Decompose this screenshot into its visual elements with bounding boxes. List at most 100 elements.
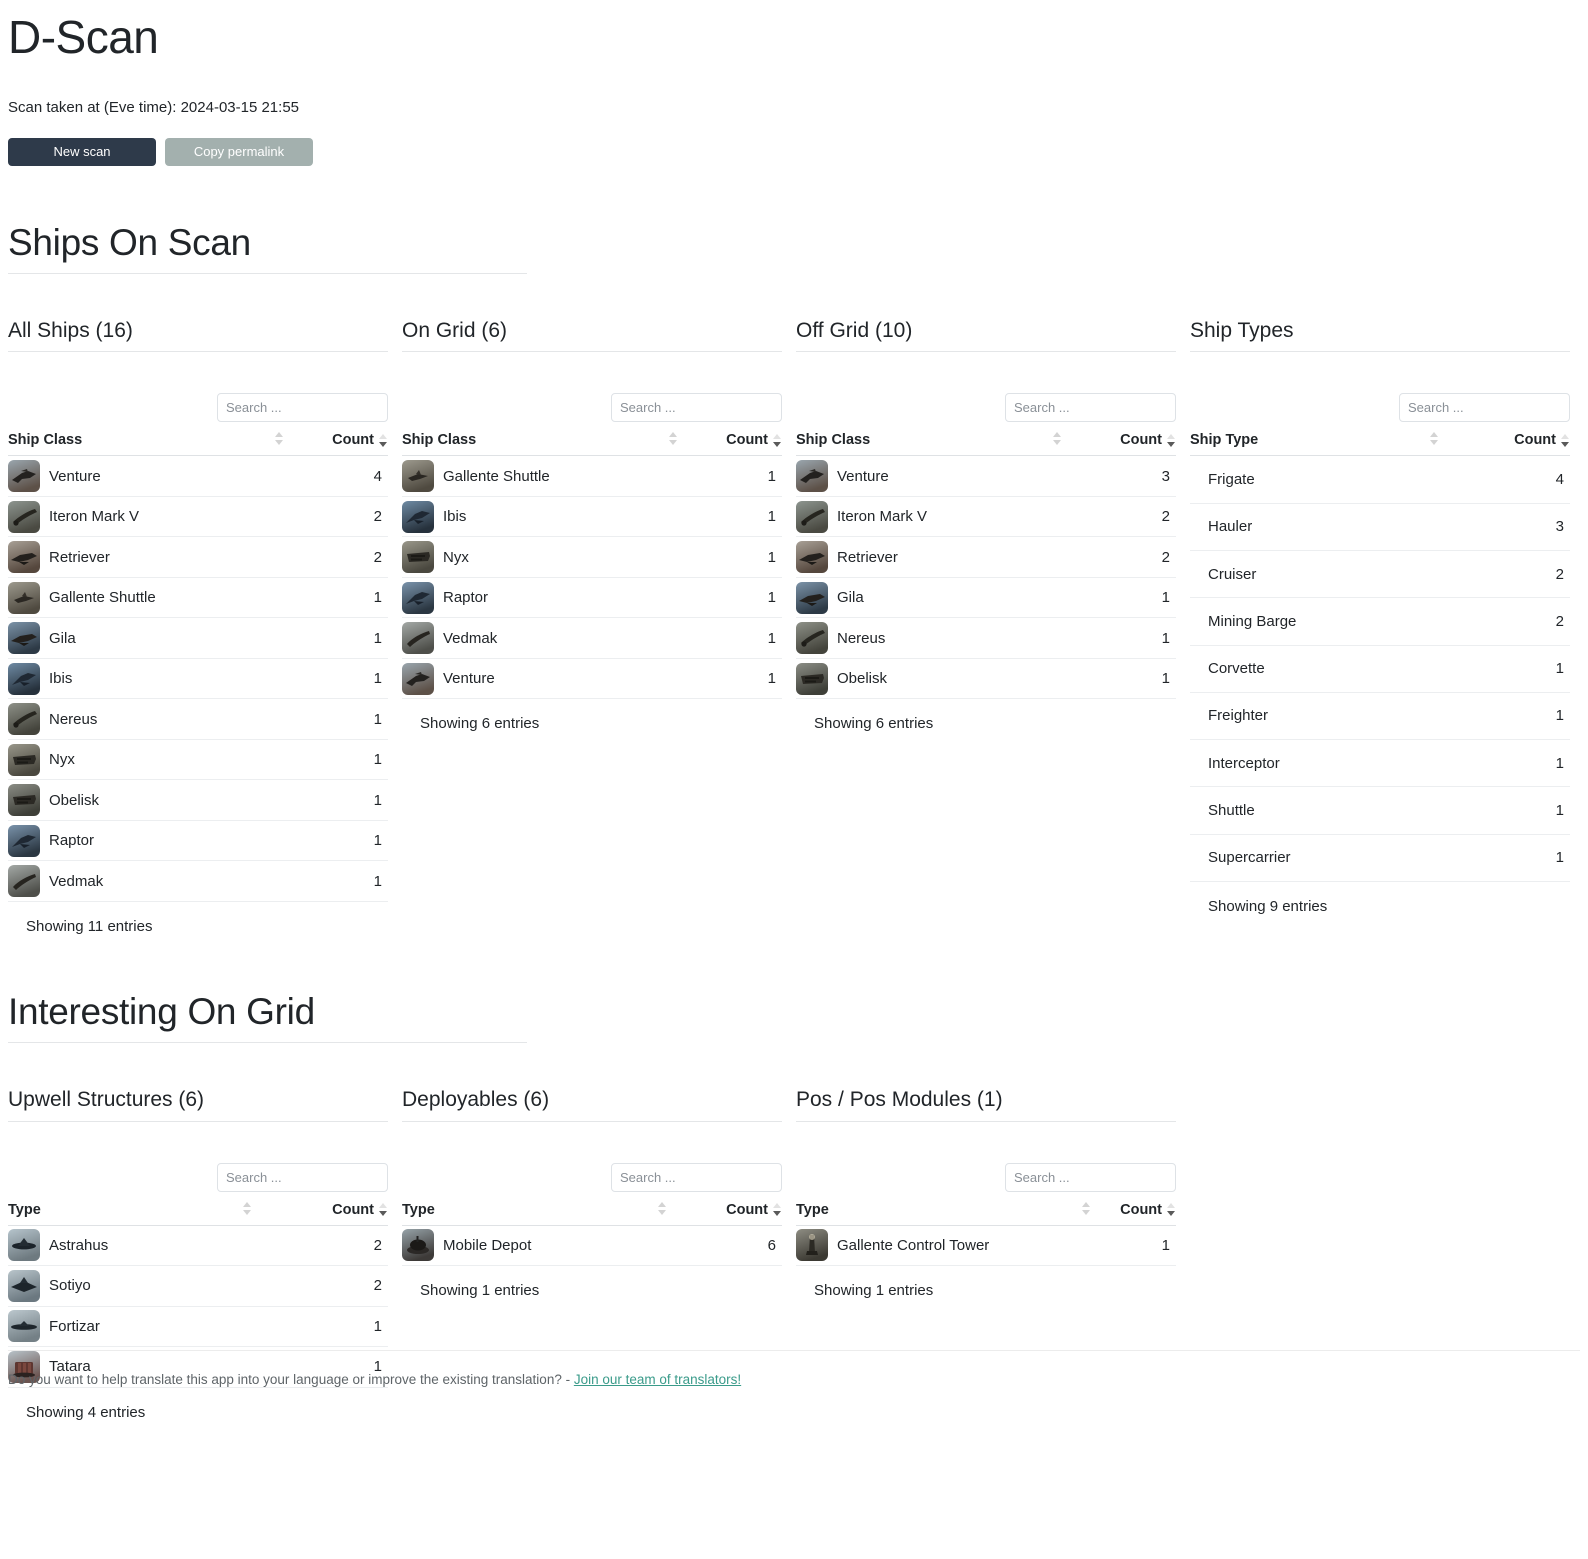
table-row[interactable]: Raptor 1	[8, 820, 388, 862]
search-input[interactable]	[611, 393, 782, 423]
table-row[interactable]: Venture 3	[796, 455, 1176, 497]
table-cell-name: Raptor	[8, 820, 284, 862]
data-table: Ship Class Count Venture 4 Iteron Mark V 2 Ret…	[8, 432, 388, 902]
table-row[interactable]: Ibis 1	[402, 496, 782, 538]
column-header-name[interactable]: Type	[796, 1201, 1091, 1226]
column-header-count[interactable]: Count	[677, 432, 782, 457]
table-row[interactable]: Mobile Depot 6	[402, 1225, 782, 1267]
table-row[interactable]: Sotiyo 2	[8, 1265, 388, 1307]
search-input[interactable]	[1005, 1162, 1176, 1192]
sort-ascending-icon[interactable]	[1053, 432, 1062, 446]
table-row[interactable]: Cruiser 2	[1190, 550, 1570, 599]
table-cell-count: 1	[1062, 658, 1176, 700]
table-row[interactable]: Venture 4	[8, 455, 388, 497]
column-header-count[interactable]: Count	[1062, 432, 1176, 457]
table-row[interactable]: Vedmak 1	[8, 860, 388, 902]
column-header-count[interactable]: Count	[1439, 432, 1570, 457]
column-header-name[interactable]: Type	[402, 1201, 668, 1226]
search-input[interactable]	[611, 1162, 782, 1192]
table-row[interactable]: Gallente Shuttle 1	[402, 455, 782, 497]
table-cell-name: Iteron Mark V	[8, 496, 284, 538]
table-row[interactable]: Corvette 1	[1190, 645, 1570, 693]
table-row[interactable]: Iteron Mark V 2	[796, 496, 1176, 538]
row-label: Ibis	[443, 508, 467, 526]
sotiyo-icon	[8, 1269, 40, 1302]
table-cell-name: Cruiser	[1190, 550, 1440, 599]
sort-ascending-icon[interactable]	[1081, 1201, 1091, 1216]
copy-permalink-button[interactable]: Copy permalink	[165, 137, 313, 166]
table-row[interactable]: Gallente Shuttle 1	[8, 577, 388, 619]
table-row[interactable]: Interceptor 1	[1190, 739, 1570, 788]
column-header-name[interactable]: Ship Class	[402, 432, 678, 457]
search-input[interactable]	[217, 1162, 388, 1192]
table-head: Ship Class Count	[402, 432, 782, 457]
search-input[interactable]	[217, 393, 388, 423]
table-row[interactable]: Retriever 2	[8, 536, 388, 578]
sort-descending-icon[interactable]	[773, 433, 782, 448]
sort-descending-icon[interactable]	[379, 433, 388, 448]
column-header-count[interactable]: Count	[1090, 1201, 1176, 1226]
table-cell-count: 1	[251, 1306, 388, 1348]
table-cell-name: Mining Barge	[1190, 597, 1440, 646]
table-row[interactable]: Gallente Control Tower 1	[796, 1225, 1176, 1267]
column-header-count[interactable]: Count	[283, 432, 388, 457]
sort-ascending-icon[interactable]	[668, 432, 678, 446]
column-header-name[interactable]: Ship Class	[796, 432, 1063, 457]
row-label: Retriever	[837, 548, 898, 566]
table-row[interactable]: Vedmak 1	[402, 617, 782, 659]
table-row[interactable]: Mining Barge 2	[1190, 597, 1570, 646]
sort-ascending-icon[interactable]	[242, 1201, 252, 1216]
search-input[interactable]	[1005, 393, 1176, 423]
table-row[interactable]: Nereus 1	[8, 698, 388, 740]
table-row[interactable]: Gila 1	[796, 577, 1176, 619]
translators-link[interactable]: Join our team of translators!	[574, 1372, 741, 1387]
table-row[interactable]: Nyx 1	[8, 739, 388, 781]
column-header-count[interactable]: Count	[667, 1201, 782, 1226]
sort-ascending-icon[interactable]	[274, 432, 284, 446]
sort-descending-icon[interactable]	[1167, 1202, 1176, 1217]
table-cell-count: 1	[677, 658, 782, 700]
table-row[interactable]: Nereus 1	[796, 617, 1176, 659]
raptor-icon	[402, 581, 434, 614]
table-row[interactable]: Hauler 3	[1190, 503, 1570, 551]
table-row[interactable]: Ibis 1	[8, 658, 388, 700]
table-row[interactable]: Iteron Mark V 2	[8, 496, 388, 538]
sort-descending-icon[interactable]	[1561, 433, 1570, 448]
showing-entries-label: Showing 1 entries	[420, 1282, 540, 1300]
column-header-name[interactable]: Ship Class	[8, 432, 284, 457]
table-row[interactable]: Venture 1	[402, 658, 782, 700]
table-row[interactable]: Retriever 2	[796, 536, 1176, 578]
table-row[interactable]: Supercarrier 1	[1190, 834, 1570, 883]
sort-descending-icon[interactable]	[379, 1202, 388, 1217]
table-row[interactable]: Raptor 1	[402, 577, 782, 619]
table-row[interactable]: Astrahus 2	[8, 1225, 388, 1267]
sort-ascending-icon[interactable]	[1430, 432, 1439, 446]
table-cell-count: 2	[1439, 597, 1570, 646]
table-row[interactable]: Frigate 4	[1190, 455, 1570, 504]
table-search-area	[1190, 393, 1570, 423]
row-label: Nyx	[49, 751, 75, 769]
table-cell-count: 1	[283, 617, 388, 659]
table-row[interactable]: Nyx 1	[402, 536, 782, 578]
new-scan-button[interactable]: New scan	[8, 137, 156, 166]
panel-off-grid: Off Grid (10)Ship ClassCountVenture3Iter…	[796, 318, 1176, 935]
sort-ascending-icon[interactable]	[658, 1201, 667, 1216]
column-header-count-label: Count	[1120, 432, 1162, 449]
sort-descending-icon[interactable]	[773, 1202, 782, 1217]
table-row[interactable]: Obelisk 1	[8, 779, 388, 821]
table-row[interactable]: Fortizar 1	[8, 1306, 388, 1348]
table-row[interactable]: Obelisk 1	[796, 658, 1176, 700]
table-row[interactable]: Gila 1	[8, 617, 388, 659]
column-header-name[interactable]: Ship Type	[1190, 432, 1440, 457]
table-cell-count: 1	[1439, 834, 1570, 883]
row-label: Sotiyo	[49, 1277, 91, 1295]
column-header-count[interactable]: Count	[251, 1201, 388, 1226]
table-search-area	[402, 1162, 782, 1192]
table-row[interactable]: Shuttle 1	[1190, 786, 1570, 835]
sort-descending-icon[interactable]	[1167, 433, 1176, 448]
table-row[interactable]: Freighter 1	[1190, 692, 1570, 741]
row-label: Mobile Depot	[443, 1236, 532, 1254]
table-cell-count: 1	[677, 536, 782, 578]
search-input[interactable]	[1399, 393, 1570, 423]
column-header-name[interactable]: Type	[8, 1201, 252, 1226]
